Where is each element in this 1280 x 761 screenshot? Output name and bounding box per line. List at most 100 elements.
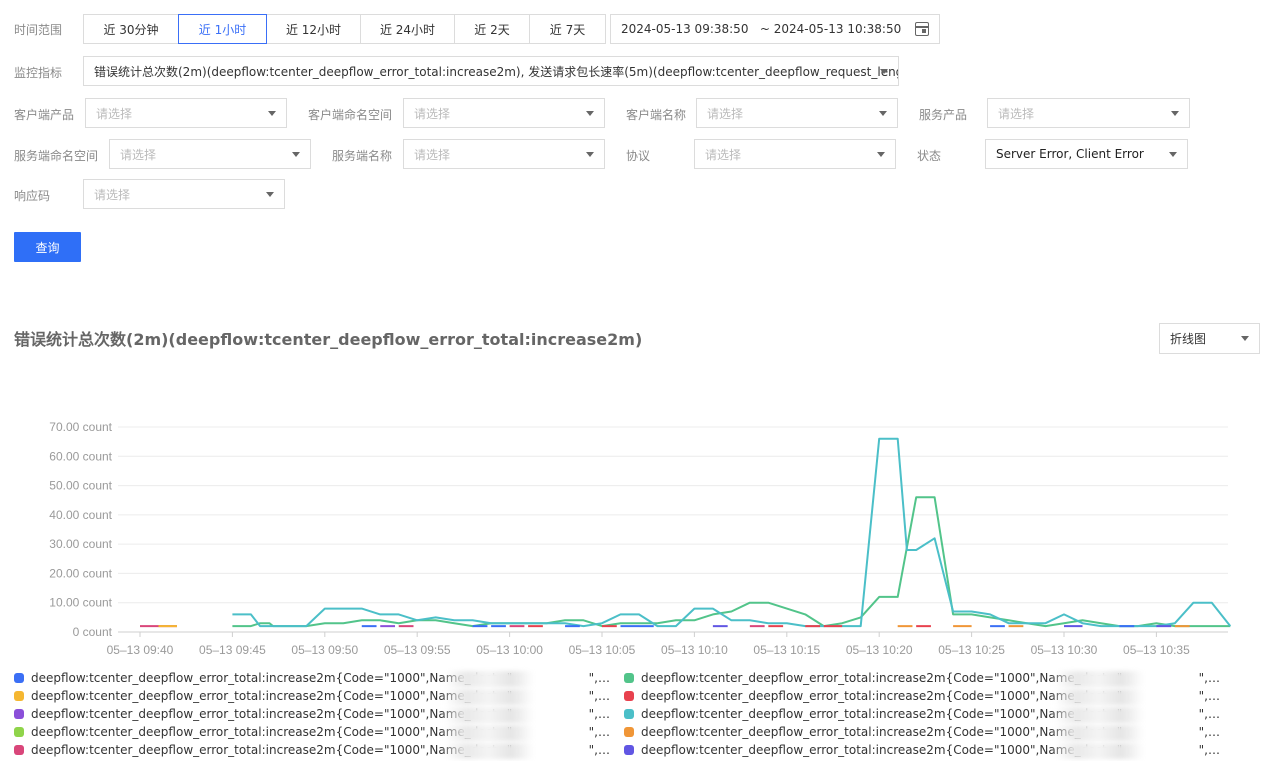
x-tick-label: 05–13 09:55 <box>384 643 451 657</box>
series-line-2 <box>232 437 1232 628</box>
server-namespace-placeholder: 请选择 <box>120 147 157 162</box>
redacted-region <box>1054 671 1144 687</box>
server-namespace-label: 服务端命名空间 <box>14 149 99 163</box>
redacted-region <box>1054 689 1144 705</box>
time-range-label: 时间范围 <box>14 22 63 37</box>
y-tick-label: 40.00 count <box>49 508 112 522</box>
x-tick-label: 05–13 10:35 <box>1123 643 1190 657</box>
chevron-down-icon <box>586 111 594 116</box>
tab-1h[interactable]: 近 1小时 <box>178 14 267 44</box>
service-product-label: 服务产品 <box>919 108 968 122</box>
query-button[interactable]: 查询 <box>14 232 81 262</box>
time-range-segment: 近 30分钟近 1小时近 12小时近 24小时近 2天近 7天 <box>83 14 606 44</box>
legend-swatch <box>624 709 634 719</box>
redacted-region <box>1054 707 1144 723</box>
legend-swatch <box>14 745 24 755</box>
x-tick-label: 05–13 10:20 <box>846 643 913 657</box>
x-tick-label: 05–13 09:40 <box>107 643 174 657</box>
x-tick-label: 05–13 10:10 <box>661 643 728 657</box>
chevron-down-icon <box>880 69 888 74</box>
date-range-text: 2024-05-13 09:38:50 ~ 2024-05-13 10:38:5… <box>621 22 902 36</box>
legend-swatch <box>14 673 24 683</box>
chevron-down-icon <box>292 152 300 157</box>
client-product-select[interactable]: 请选择 <box>85 98 287 128</box>
metric-select-value: 错误统计总次数(2m)(deepflow:tcenter_deepflow_er… <box>94 64 899 79</box>
status-label: 状态 <box>917 149 942 163</box>
time-range-row: 时间范围 近 30分钟近 1小时近 12小时近 24小时近 2天近 7天 202… <box>14 14 941 44</box>
legend-swatch <box>624 673 634 683</box>
x-tick-label: 05–13 10:00 <box>476 643 543 657</box>
client-product-label: 客户端产品 <box>14 108 75 122</box>
redacted-region <box>1054 743 1144 759</box>
y-tick-label: 30.00 count <box>49 537 112 551</box>
tab-12h[interactable]: 近 12小时 <box>266 14 361 44</box>
chevron-down-icon <box>586 152 594 157</box>
redacted-region <box>444 689 534 705</box>
chevron-down-icon <box>879 111 887 116</box>
redacted-region <box>444 671 534 687</box>
chart-type-select[interactable]: 折线图 <box>1159 323 1260 354</box>
protocol-select[interactable]: 请选择 <box>694 139 896 169</box>
redacted-region <box>1054 725 1144 741</box>
tab-24h[interactable]: 近 24小时 <box>360 14 455 44</box>
metric-select[interactable]: 错误统计总次数(2m)(deepflow:tcenter_deepflow_er… <box>83 56 899 86</box>
legend-swatch <box>14 709 24 719</box>
chevron-down-icon <box>1169 152 1177 157</box>
chevron-down-icon <box>266 192 274 197</box>
server-name-select[interactable]: 请选择 <box>403 139 605 169</box>
x-tick-label: 05–13 10:25 <box>938 643 1005 657</box>
metric-label: 监控指标 <box>14 66 63 80</box>
status-value: Server Error, Client Error <box>996 147 1144 161</box>
redacted-region <box>444 743 534 759</box>
legend-swatch <box>624 745 634 755</box>
series-line-1 <box>232 496 1231 628</box>
tab-30min[interactable]: 近 30分钟 <box>83 14 179 44</box>
client-name-select[interactable]: 请选择 <box>696 98 898 128</box>
service-product-select[interactable]: 请选择 <box>987 98 1190 128</box>
client-name-placeholder: 请选择 <box>707 106 744 121</box>
protocol-placeholder: 请选择 <box>705 147 742 162</box>
client-namespace-label: 客户端命名空间 <box>308 108 393 122</box>
error-line-chart: 0 count 10.00 count 20.00 count 30.00 count… <box>49 420 1232 657</box>
client-product-placeholder: 请选择 <box>96 106 133 121</box>
y-tick-label: 20.00 count <box>49 566 112 580</box>
chart-type-value: 折线图 <box>1170 332 1207 346</box>
y-tick-label: 10.00 count <box>49 596 112 610</box>
tab-2d[interactable]: 近 2天 <box>454 14 530 44</box>
client-name-label: 客户端名称 <box>626 108 687 122</box>
redacted-region <box>444 707 534 723</box>
protocol-label: 协议 <box>626 149 651 163</box>
legend-swatch <box>624 691 634 701</box>
date-range-picker[interactable]: 2024-05-13 09:38:50 ~ 2024-05-13 10:38:5… <box>610 14 941 44</box>
y-tick-label: 0 count <box>73 625 113 639</box>
response-code-label: 响应码 <box>14 189 51 203</box>
redacted-region <box>444 725 534 741</box>
x-tick-label: 05–13 10:05 <box>569 643 636 657</box>
chevron-down-icon <box>1241 336 1249 341</box>
chevron-down-icon <box>1171 111 1179 116</box>
server-name-label: 服务端名称 <box>332 149 393 163</box>
service-product-placeholder: 请选择 <box>998 106 1035 121</box>
y-tick-label: 70.00 count <box>49 420 112 434</box>
chevron-down-icon <box>877 152 885 157</box>
tab-7d[interactable]: 近 7天 <box>529 14 606 44</box>
legend-swatch <box>14 727 24 737</box>
client-namespace-placeholder: 请选择 <box>414 106 451 121</box>
y-tick-label: 60.00 count <box>49 449 112 463</box>
server-namespace-select[interactable]: 请选择 <box>109 139 311 169</box>
server-name-placeholder: 请选择 <box>414 147 451 162</box>
x-tick-label: 05–13 09:50 <box>291 643 358 657</box>
legend-swatch <box>14 691 24 701</box>
x-tick-label: 05–13 10:15 <box>753 643 820 657</box>
client-namespace-select[interactable]: 请选择 <box>403 98 605 128</box>
legend-swatch <box>624 727 634 737</box>
x-tick-label: 05–13 09:45 <box>199 643 266 657</box>
y-tick-label: 50.00 count <box>49 479 112 493</box>
response-code-placeholder: 请选择 <box>94 187 131 202</box>
chevron-down-icon <box>268 111 276 116</box>
status-select[interactable]: Server Error, Client Error <box>985 139 1188 169</box>
chart-title: 错误统计总次数(2m)(deepflow:tcenter_deepflow_er… <box>14 330 643 349</box>
x-tick-label: 05–13 10:30 <box>1031 643 1098 657</box>
response-code-select[interactable]: 请选择 <box>83 179 285 209</box>
calendar-icon[interactable] <box>915 22 930 36</box>
